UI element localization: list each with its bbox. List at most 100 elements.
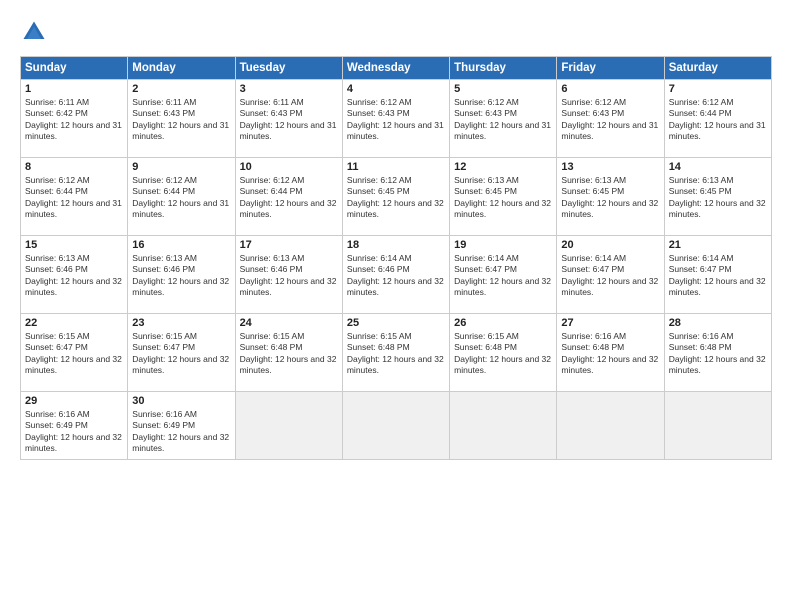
calendar-weekday-tuesday: Tuesday (235, 57, 342, 80)
day-details: Sunrise: 6:12 AMSunset: 6:43 PMDaylight:… (347, 97, 445, 143)
day-number: 19 (454, 239, 552, 251)
day-details: Sunrise: 6:15 AMSunset: 6:48 PMDaylight:… (454, 331, 552, 377)
calendar-day-cell: 6Sunrise: 6:12 AMSunset: 6:43 PMDaylight… (557, 80, 664, 158)
day-number: 5 (454, 83, 552, 95)
calendar-week-row: 15 Sunrise: 6:13 AMSunset: 6:46 PMDayligh… (21, 236, 772, 314)
calendar-day-cell: 30 Sunrise: 6:16 AMSunset: 6:49 PMDayligh… (128, 392, 235, 460)
day-number: 30 (132, 395, 230, 407)
calendar-day-cell: 19 Sunrise: 6:14 AMSunset: 6:47 PMDayligh… (450, 236, 557, 314)
calendar-day-cell: 12 Sunrise: 6:13 AMSunset: 6:45 PMDayligh… (450, 158, 557, 236)
day-number: 3 (240, 83, 338, 95)
calendar-day-cell: 5 Sunrise: 6:12 AMSunset: 6:43 PMDaylight… (450, 80, 557, 158)
day-number: 10 (240, 161, 338, 173)
calendar-day-cell (342, 392, 449, 460)
calendar-weekday-saturday: Saturday (664, 57, 771, 80)
calendar-day-cell: 21 Sunrise: 6:14 AMSunset: 6:47 PMDayligh… (664, 236, 771, 314)
calendar-day-cell: 26 Sunrise: 6:15 AMSunset: 6:48 PMDayligh… (450, 314, 557, 392)
day-number: 18 (347, 239, 445, 251)
calendar-day-cell: 10 Sunrise: 6:12 AMSunset: 6:44 PMDayligh… (235, 158, 342, 236)
day-details: Sunrise: 6:12 AMSunset: 6:43 PMDaylight:… (454, 97, 552, 143)
calendar-weekday-friday: Friday (557, 57, 664, 80)
calendar-week-row: 22 Sunrise: 6:15 AMSunset: 6:47 PMDayligh… (21, 314, 772, 392)
calendar-day-cell: 14 Sunrise: 6:13 AMSunset: 6:45 PMDayligh… (664, 158, 771, 236)
day-details: Sunrise: 6:16 AMSunset: 6:49 PMDaylight:… (25, 409, 123, 455)
day-number: 14 (669, 161, 767, 173)
day-details: Sunrise: 6:14 AMSunset: 6:47 PMDaylight:… (454, 253, 552, 299)
calendar-day-cell: 2 Sunrise: 6:11 AMSunset: 6:43 PMDaylight… (128, 80, 235, 158)
day-details: Sunrise: 6:11 AMSunset: 6:43 PMDaylight:… (240, 97, 338, 143)
day-number: 4 (347, 83, 445, 95)
calendar-weekday-wednesday: Wednesday (342, 57, 449, 80)
calendar-table: SundayMondayTuesdayWednesdayThursdayFrid… (20, 56, 772, 460)
day-number: 9 (132, 161, 230, 173)
calendar-day-cell: 27 Sunrise: 6:16 AMSunset: 6:48 PMDayligh… (557, 314, 664, 392)
day-details: Sunrise: 6:16 AMSunset: 6:48 PMDaylight:… (561, 331, 659, 377)
day-number: 13 (561, 161, 659, 173)
day-details: Sunrise: 6:11 AMSunset: 6:42 PMDaylight:… (25, 97, 123, 143)
calendar-week-row: 1 Sunrise: 6:11 AMSunset: 6:42 PMDaylight… (21, 80, 772, 158)
calendar-day-cell: 17Sunrise: 6:13 AMSunset: 6:46 PMDayligh… (235, 236, 342, 314)
calendar-day-cell: 20 Sunrise: 6:14 AMSunset: 6:47 PMDayligh… (557, 236, 664, 314)
day-details: Sunrise: 6:14 AMSunset: 6:47 PMDaylight:… (561, 253, 659, 299)
day-number: 12 (454, 161, 552, 173)
calendar-day-cell: 7Sunrise: 6:12 AMSunset: 6:44 PMDaylight… (664, 80, 771, 158)
day-details: Sunrise: 6:12 AMSunset: 6:44 PMDaylight:… (25, 175, 123, 221)
day-number: 27 (561, 317, 659, 329)
calendar-day-cell: 28 Sunrise: 6:16 AMSunset: 6:48 PMDayligh… (664, 314, 771, 392)
day-number: 6 (561, 83, 659, 95)
calendar-day-cell: 3 Sunrise: 6:11 AMSunset: 6:43 PMDaylight… (235, 80, 342, 158)
calendar-weekday-monday: Monday (128, 57, 235, 80)
calendar-day-cell: 9 Sunrise: 6:12 AMSunset: 6:44 PMDaylight… (128, 158, 235, 236)
day-details: Sunrise: 6:16 AMSunset: 6:48 PMDaylight:… (669, 331, 767, 377)
calendar-weekday-thursday: Thursday (450, 57, 557, 80)
day-details: Sunrise: 6:13 AMSunset: 6:46 PMDaylight:… (25, 253, 123, 299)
page: SundayMondayTuesdayWednesdayThursdayFrid… (0, 0, 792, 612)
day-number: 20 (561, 239, 659, 251)
calendar-day-cell (235, 392, 342, 460)
day-details: Sunrise: 6:13 AMSunset: 6:45 PMDaylight:… (561, 175, 659, 221)
calendar-day-cell: 24 Sunrise: 6:15 AMSunset: 6:48 PMDayligh… (235, 314, 342, 392)
calendar-day-cell: 1 Sunrise: 6:11 AMSunset: 6:42 PMDaylight… (21, 80, 128, 158)
calendar-day-cell: 4 Sunrise: 6:12 AMSunset: 6:43 PMDaylight… (342, 80, 449, 158)
day-number: 29 (25, 395, 123, 407)
day-number: 16 (132, 239, 230, 251)
day-number: 28 (669, 317, 767, 329)
day-details: Sunrise: 6:11 AMSunset: 6:43 PMDaylight:… (132, 97, 230, 143)
day-details: Sunrise: 6:16 AMSunset: 6:49 PMDaylight:… (132, 409, 230, 455)
day-details: Sunrise: 6:13 AMSunset: 6:45 PMDaylight:… (454, 175, 552, 221)
calendar-week-row: 8 Sunrise: 6:12 AMSunset: 6:44 PMDaylight… (21, 158, 772, 236)
day-number: 23 (132, 317, 230, 329)
day-number: 22 (25, 317, 123, 329)
calendar-day-cell: 22 Sunrise: 6:15 AMSunset: 6:47 PMDayligh… (21, 314, 128, 392)
calendar-day-cell: 18 Sunrise: 6:14 AMSunset: 6:46 PMDayligh… (342, 236, 449, 314)
day-number: 17 (240, 239, 338, 251)
day-number: 24 (240, 317, 338, 329)
day-details: Sunrise: 6:15 AMSunset: 6:48 PMDaylight:… (347, 331, 445, 377)
calendar-day-cell: 23Sunrise: 6:15 AMSunset: 6:47 PMDayligh… (128, 314, 235, 392)
day-details: Sunrise: 6:14 AMSunset: 6:47 PMDaylight:… (669, 253, 767, 299)
day-details: Sunrise: 6:13 AMSunset: 6:46 PMDaylight:… (132, 253, 230, 299)
day-details: Sunrise: 6:14 AMSunset: 6:46 PMDaylight:… (347, 253, 445, 299)
day-number: 21 (669, 239, 767, 251)
day-details: Sunrise: 6:12 AMSunset: 6:44 PMDaylight:… (132, 175, 230, 221)
day-details: Sunrise: 6:15 AMSunset: 6:47 PMDaylight:… (25, 331, 123, 377)
day-number: 11 (347, 161, 445, 173)
day-number: 8 (25, 161, 123, 173)
day-number: 7 (669, 83, 767, 95)
day-number: 2 (132, 83, 230, 95)
calendar-day-cell: 15 Sunrise: 6:13 AMSunset: 6:46 PMDayligh… (21, 236, 128, 314)
calendar-day-cell: 25 Sunrise: 6:15 AMSunset: 6:48 PMDayligh… (342, 314, 449, 392)
day-number: 26 (454, 317, 552, 329)
calendar-header-row: SundayMondayTuesdayWednesdayThursdayFrid… (21, 57, 772, 80)
day-details: Sunrise: 6:12 AMSunset: 6:45 PMDaylight:… (347, 175, 445, 221)
logo (20, 18, 52, 46)
day-number: 15 (25, 239, 123, 251)
header (20, 18, 772, 46)
day-details: Sunrise: 6:13 AMSunset: 6:45 PMDaylight:… (669, 175, 767, 221)
day-number: 25 (347, 317, 445, 329)
day-details: Sunrise: 6:12 AMSunset: 6:44 PMDaylight:… (240, 175, 338, 221)
calendar-day-cell: 11 Sunrise: 6:12 AMSunset: 6:45 PMDayligh… (342, 158, 449, 236)
day-number: 1 (25, 83, 123, 95)
day-details: Sunrise: 6:15 AMSunset: 6:48 PMDaylight:… (240, 331, 338, 377)
calendar-day-cell (557, 392, 664, 460)
